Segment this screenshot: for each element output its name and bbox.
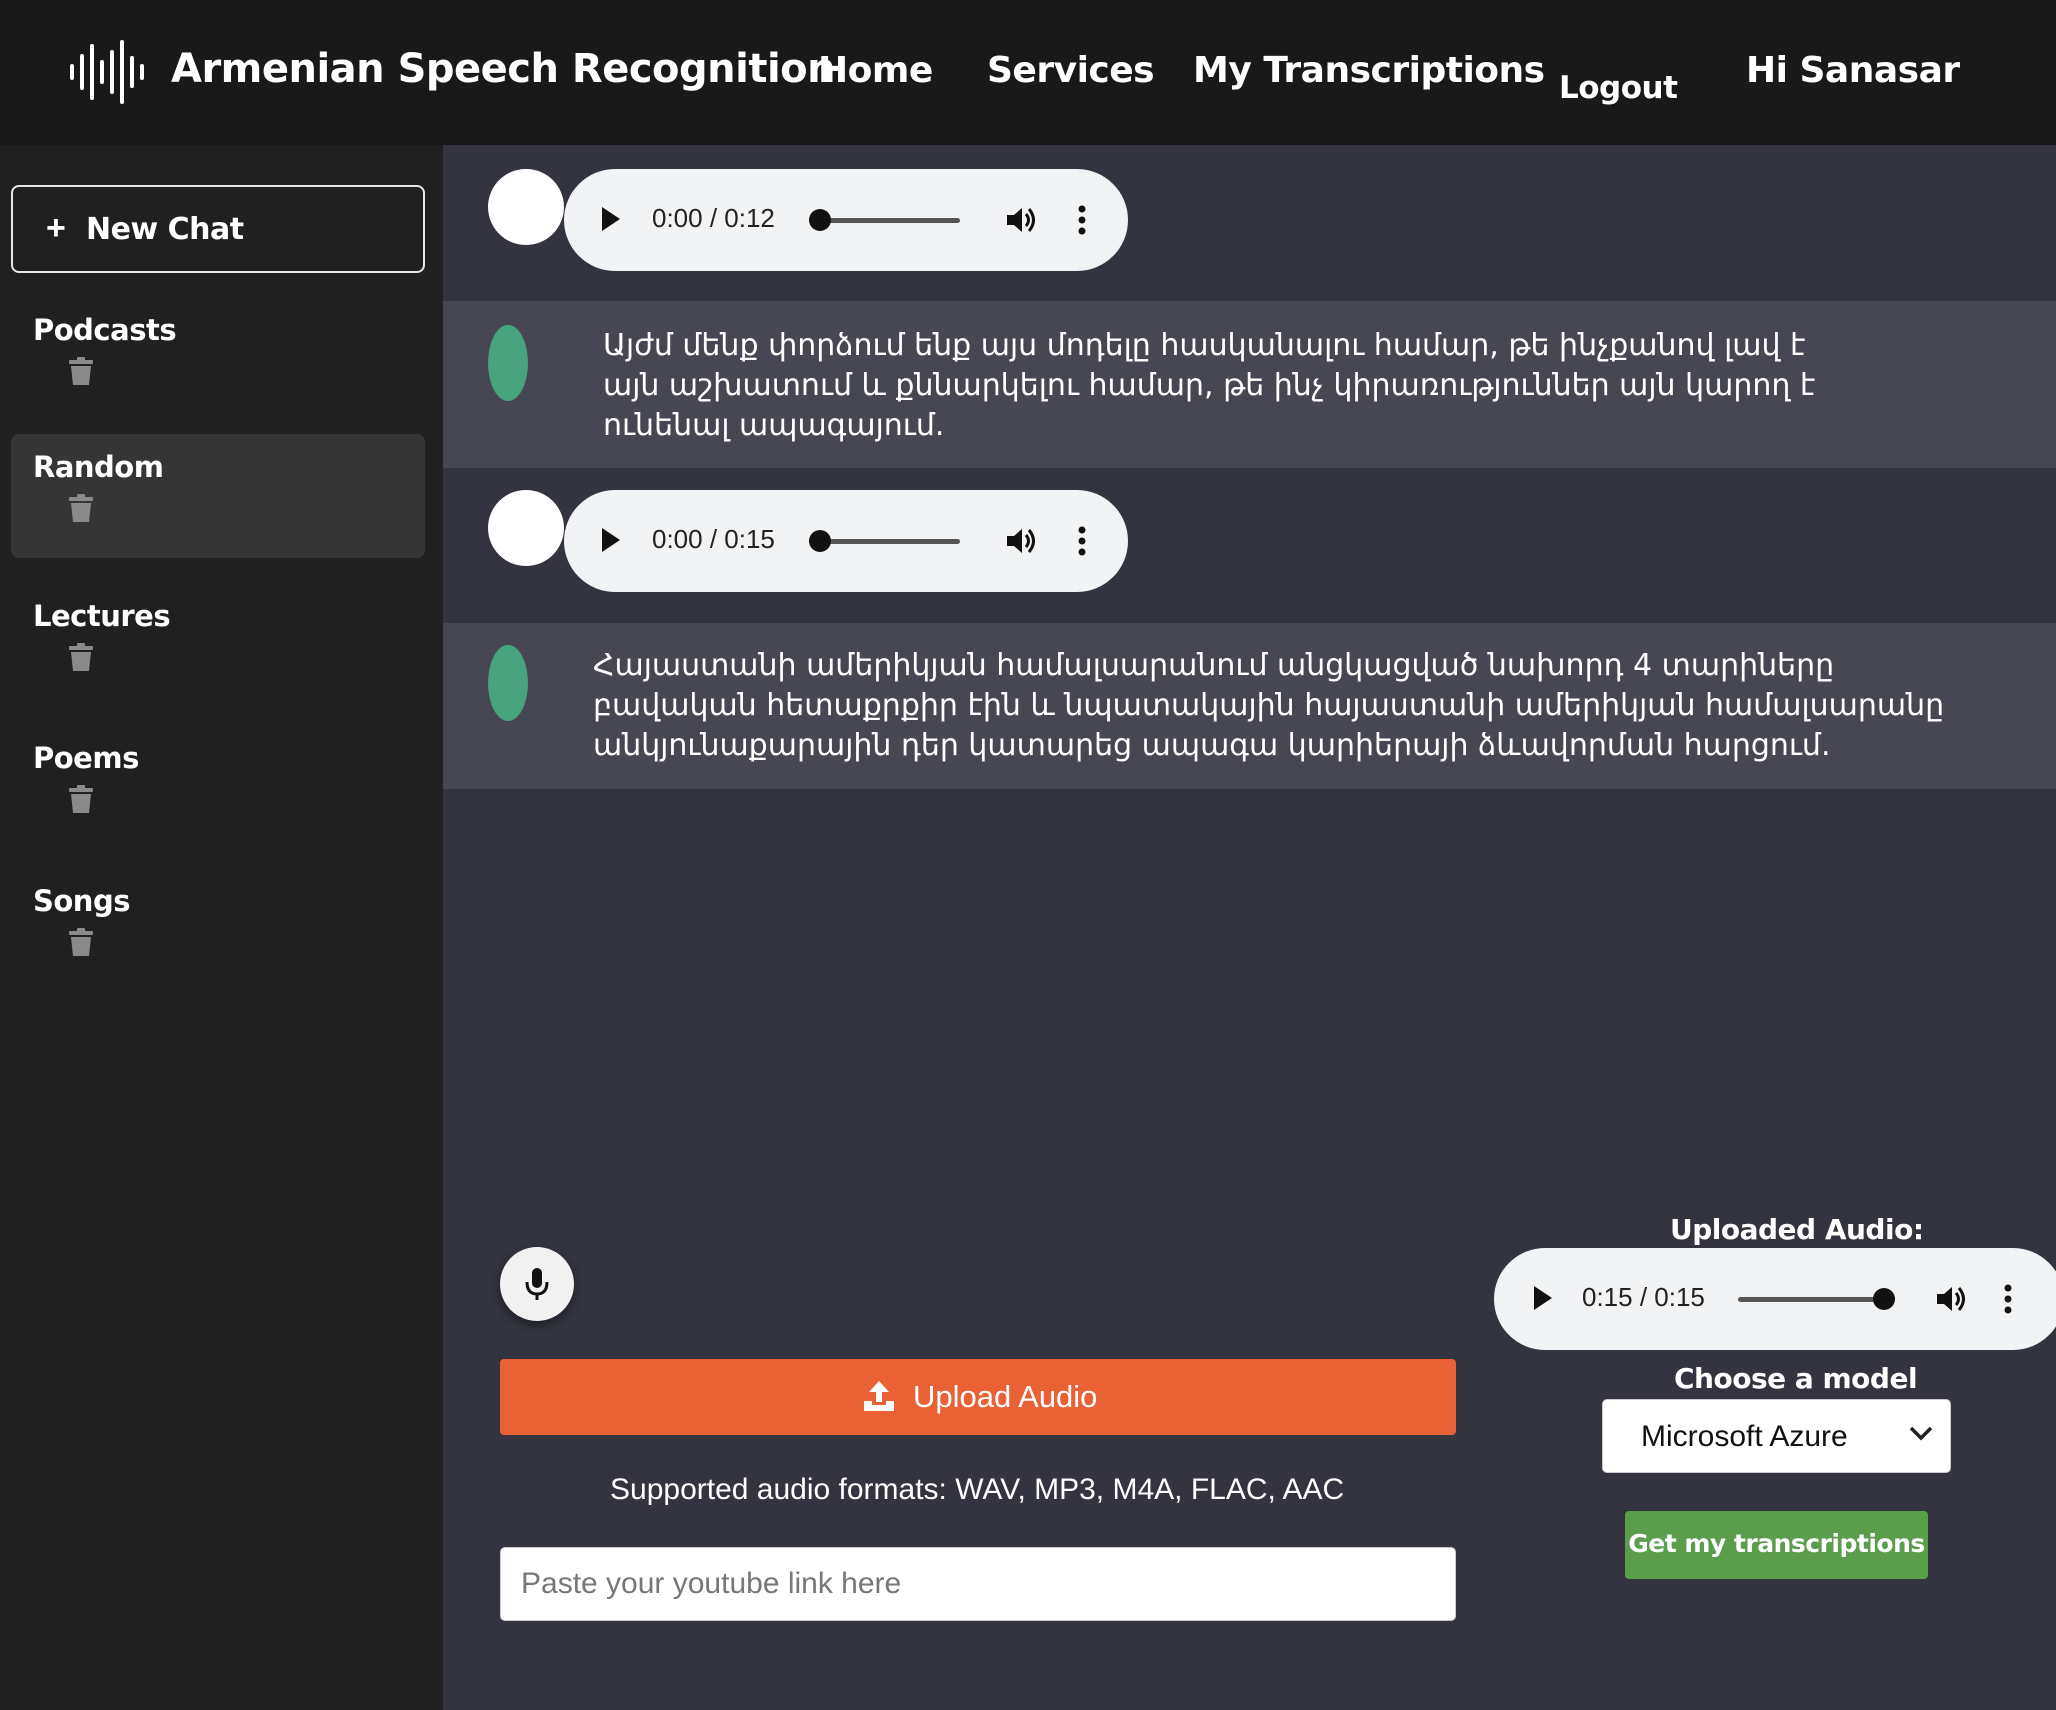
audio-seek-bar[interactable] [1738, 1297, 1884, 1302]
record-microphone-button[interactable] [500, 1247, 574, 1321]
upload-audio-button[interactable]: Upload Audio [500, 1359, 1456, 1435]
microphone-icon [525, 1268, 549, 1300]
user-avatar [488, 169, 564, 245]
nav-my-transcriptions-link[interactable]: My Transcriptions [1193, 50, 1545, 91]
sidebar-item-label: Lectures [33, 599, 171, 633]
new-chat-label: New Chat [86, 212, 244, 247]
sidebar-item-random[interactable]: Random [11, 434, 425, 558]
play-icon[interactable] [602, 207, 620, 231]
transcription-text: Այժմ մենք փորձում ենք այս մոդելը հասկանա… [603, 328, 1816, 443]
sidebar-item-label: Songs [33, 884, 130, 918]
youtube-link-input[interactable] [500, 1547, 1456, 1621]
more-options-icon[interactable] [1076, 524, 1088, 558]
trash-icon[interactable] [69, 928, 93, 956]
get-transcriptions-label: Get my transcriptions [1628, 1529, 1925, 1558]
upload-icon [864, 1381, 894, 1411]
volume-icon[interactable] [1004, 203, 1038, 237]
get-transcriptions-button[interactable]: Get my transcriptions [1625, 1511, 1928, 1579]
message-audio-row: 0:00 / 0:12 [443, 160, 2056, 305]
audio-seek-bar[interactable] [820, 218, 960, 223]
audio-seek-thumb[interactable] [809, 530, 831, 552]
audio-time: 0:00 / 0:12 [652, 203, 775, 233]
logout-link[interactable]: Logout [1559, 70, 1678, 106]
message-audio-row: 0:00 / 0:15 [443, 482, 2056, 627]
sidebar-item-poems[interactable]: Poems [11, 725, 425, 849]
sidebar-item-lectures[interactable]: Lectures [11, 583, 425, 707]
model-select-value: Microsoft Azure [1641, 1420, 1848, 1453]
user-avatar [488, 490, 564, 566]
play-icon[interactable] [602, 528, 620, 552]
waveform-icon [70, 40, 144, 104]
more-options-icon[interactable] [1076, 203, 1088, 237]
supported-formats-text: Supported audio formats: WAV, MP3, M4A, … [610, 1473, 1345, 1506]
more-options-icon[interactable] [2002, 1282, 2014, 1316]
sidebar-item-songs[interactable]: Songs [11, 868, 425, 992]
audio-seek-thumb[interactable] [1873, 1288, 1895, 1310]
sidebar-item-label: Random [33, 450, 164, 484]
top-navbar: Armenian Speech Recognition Home Service… [0, 0, 2056, 145]
sidebar: + New Chat Podcasts Random Lectures Poem… [0, 145, 443, 1710]
volume-icon[interactable] [1934, 1282, 1968, 1316]
transcription-row: Այժմ մենք փորձում ենք այս մոդելը հասկանա… [443, 301, 2056, 468]
audio-time: 0:00 / 0:15 [652, 524, 775, 554]
plus-icon: + [46, 209, 66, 247]
bot-avatar [488, 325, 528, 401]
transcription-text: Հայաստանի ամերիկյան համալսարանում անցկաց… [593, 648, 1945, 763]
audio-time: 0:15 / 0:15 [1582, 1282, 1705, 1312]
user-greeting[interactable]: Hi Sanasar [1746, 50, 1960, 91]
sidebar-item-podcasts[interactable]: Podcasts [11, 297, 425, 421]
choose-model-label: Choose a model [1674, 1362, 1918, 1395]
trash-icon[interactable] [69, 785, 93, 813]
play-icon[interactable] [1534, 1286, 1552, 1310]
uploaded-audio-label: Uploaded Audio: [1670, 1213, 1924, 1246]
sidebar-item-label: Podcasts [33, 313, 177, 347]
trash-icon[interactable] [69, 643, 93, 671]
new-chat-button[interactable]: + New Chat [11, 185, 425, 273]
uploaded-audio-player[interactable]: 0:15 / 0:15 [1494, 1248, 2056, 1350]
brand-title[interactable]: Armenian Speech Recognition [171, 46, 836, 92]
audio-player[interactable]: 0:00 / 0:15 [564, 490, 1128, 592]
audio-seek-bar[interactable] [820, 539, 960, 544]
trash-icon[interactable] [69, 357, 93, 385]
sidebar-item-label: Poems [33, 741, 139, 775]
audio-seek-thumb[interactable] [809, 209, 831, 231]
volume-icon[interactable] [1004, 524, 1038, 558]
chevron-down-icon [1909, 1426, 1933, 1441]
nav-services-link[interactable]: Services [987, 50, 1155, 91]
transcription-row: Հայաստանի ամերիկյան համալսարանում անցկաց… [443, 623, 2056, 789]
bot-avatar [488, 645, 528, 721]
trash-icon[interactable] [69, 494, 93, 522]
upload-audio-label: Upload Audio [913, 1379, 1098, 1414]
model-select[interactable]: Microsoft Azure [1602, 1399, 1951, 1473]
audio-player[interactable]: 0:00 / 0:12 [564, 169, 1128, 271]
nav-home-link[interactable]: Home [818, 50, 933, 91]
